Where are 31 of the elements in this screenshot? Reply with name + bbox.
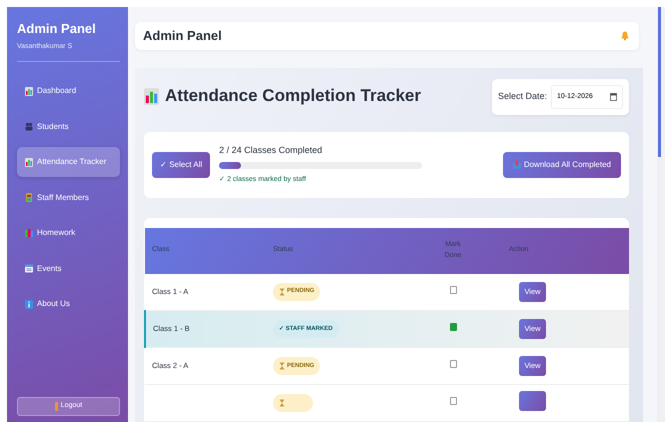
progress-summary: 2 / 24 Classes Completed [219,144,324,157]
checkbox[interactable] [450,397,456,406]
chart-icon [25,86,33,96]
calendar-icon [610,92,617,100]
hourglass-icon [279,288,285,296]
chart-icon [25,158,33,167]
checkbox[interactable] [450,323,456,332]
books-icon [25,228,33,238]
checkbox[interactable] [450,286,456,294]
view-button[interactable] [519,391,546,412]
sidebar-item[interactable]: Students [17,112,120,142]
checkbox[interactable] [450,360,456,368]
hourglass-icon [279,399,285,407]
sidebar-item[interactable]: Dashboard [17,76,120,106]
bell-icon [621,30,629,41]
select-all-button[interactable]: ✓ Select All [152,152,210,178]
calendar-icon [25,264,33,274]
hourglass-icon [279,362,285,370]
sidebar-item[interactable]: Events [17,254,120,284]
sidebar-item[interactable]: Attendance Tracker [17,147,120,178]
sidebar-item[interactable]: Staff Members [17,182,120,213]
chart-icon [144,88,159,105]
info-icon [25,300,33,309]
page-title: Attendance Completion Tracker [144,86,422,107]
sidebar-title: Admin Panel [17,21,97,37]
download-icon [512,160,521,169]
download-button[interactable]: Download All Completed [502,152,621,178]
header-title: Admin Panel [143,28,222,44]
sidebar-item[interactable]: About Us [17,289,120,320]
date-label: Select Date: [498,90,547,103]
sidebar-item[interactable]: Homework [17,218,120,248]
